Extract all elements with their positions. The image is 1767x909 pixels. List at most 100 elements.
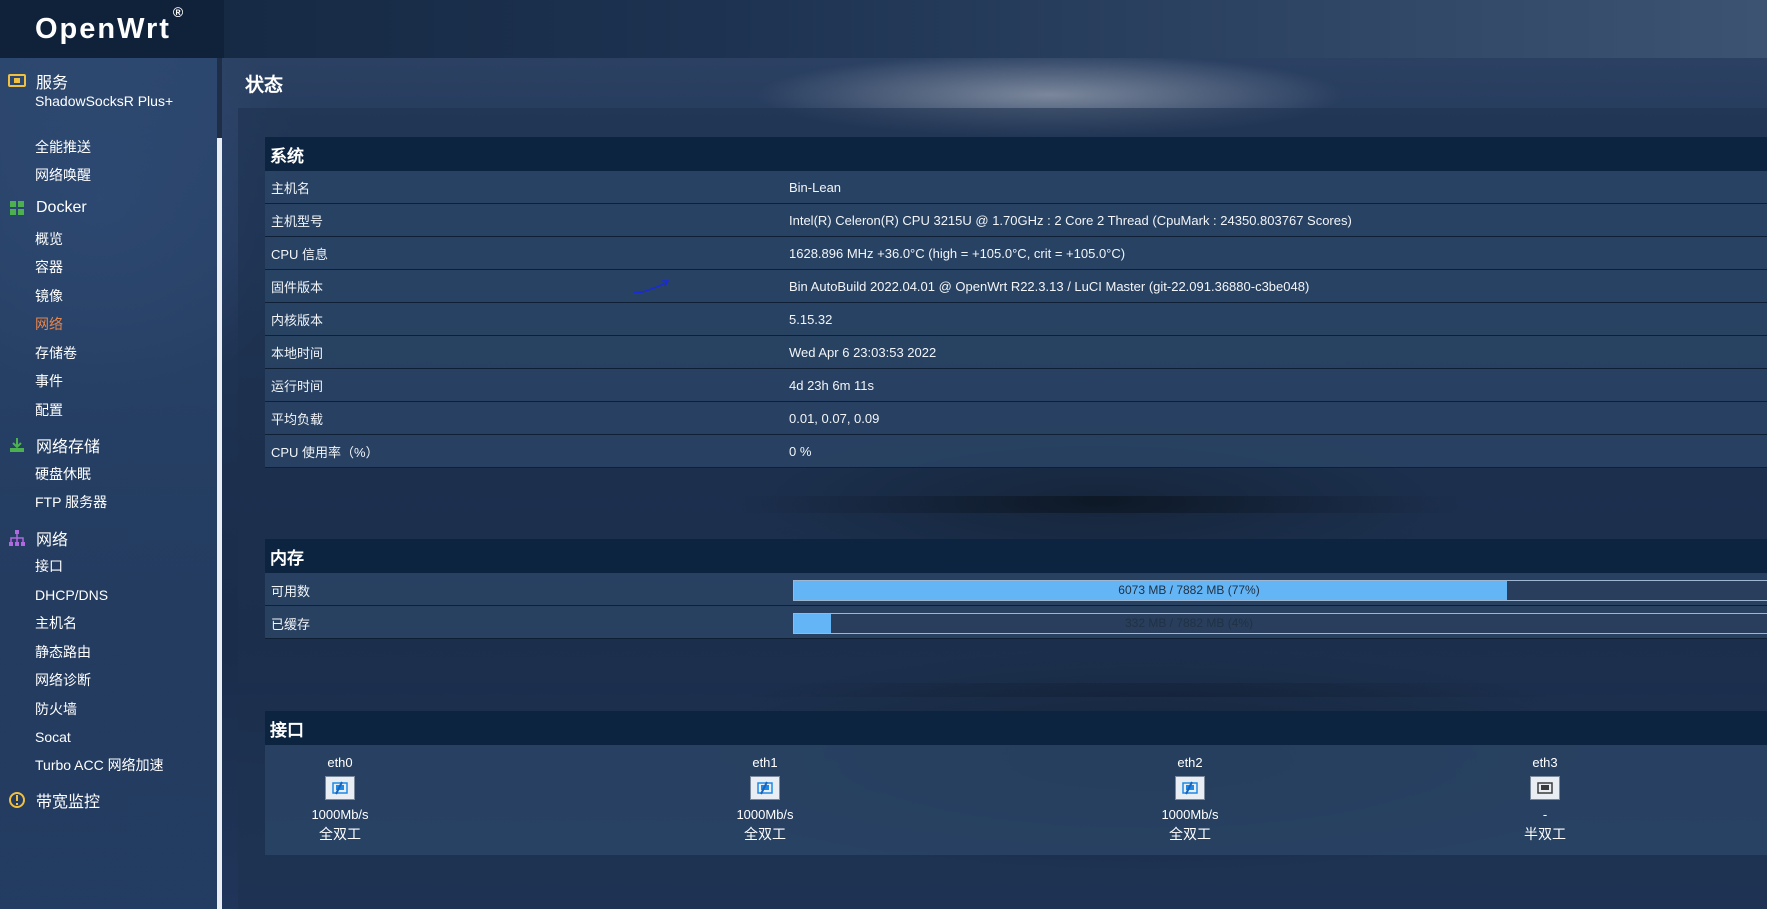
sidebar-category-services[interactable]: 服务 [8,69,68,93]
sidebar-item-shadowsocksr[interactable]: ShadowSocksR Plus+ [35,92,173,111]
interface-name: eth2 [1177,755,1203,770]
ethernet-port-disconnected-icon [1530,776,1560,800]
interface-eth2[interactable]: eth2 1000Mb/s 全双工 [1120,745,1260,844]
system-info-row: 本地时间 Wed Apr 6 23:03:53 2022 [265,335,1767,369]
system-info-value: Wed Apr 6 23:03:53 2022 [783,335,1767,369]
top-bar [0,0,1767,58]
sidebar-item-ftp[interactable]: FTP 服务器 [35,493,107,512]
sidebar-item-diagnostics[interactable]: 网络诊断 [35,671,91,690]
docker-icon [8,199,26,217]
brand-logo[interactable]: OpenWrt® [0,0,224,58]
interface-name: eth0 [327,755,353,770]
brand-name: OpenWrt® [35,3,186,45]
interface-speed: 1000Mb/s [1161,807,1219,822]
ethernet-port-connected-icon [1175,776,1205,800]
sidebar-item-config[interactable]: 配置 [35,401,63,420]
interface-eth0[interactable]: eth0 1000Mb/s 全双工 [270,745,410,844]
system-info-row: 内核版本 5.15.32 [265,302,1767,336]
sidebar-item-overview[interactable]: 概览 [35,230,63,249]
system-card: 系统 主机名 Bin-Lean 主机型号 Intel(R) Celeron(R) CP… [265,137,1767,468]
memory-available-row: 可用数 6073 MB / 7882 MB (77%) [265,573,1767,606]
sidebar-item-hostnames[interactable]: 主机名 [35,614,77,633]
sidebar-scrollbar[interactable] [217,58,222,909]
system-info-key: CPU 信息 [265,236,783,270]
interface-duplex: 全双工 [744,826,786,842]
sidebar-item-static-routes[interactable]: 静态路由 [35,643,91,662]
sidebar-item-socat[interactable]: Socat [35,728,71,747]
scrollbar-thumb[interactable] [217,138,222,909]
system-info-row: 主机名 Bin-Lean [265,171,1767,204]
interface-speed: - [1542,807,1548,822]
services-icon [8,72,26,90]
memory-available-bar: 6073 MB / 7882 MB (77%) [793,580,1767,601]
ethernet-port-connected-icon [750,776,780,800]
sidebar-category-label: 带宽监控 [36,794,101,811]
system-info-key: 主机型号 [265,203,783,237]
memory-available-text: 6073 MB / 7882 MB (77%) [1118,583,1260,597]
sidebar-category-label: Docker [36,199,87,216]
system-info-row: 主机型号 Intel(R) Celeron(R) CPU 3215U @ 1.70… [265,203,1767,237]
memory-cached-bar: 332 MB / 7882 MB (4%) [793,613,1767,634]
sidebar-item-images[interactable]: 镜像 [35,287,63,306]
memory-cached-text: 332 MB / 7882 MB (4%) [1124,616,1254,630]
interfaces-card: 接口 eth0 1000Mb/s 全双工 eth1 1000Mb/s 全双工 eth2 100… [265,711,1767,855]
sidebar-item-disk-sleep[interactable]: 硬盘休眠 [35,465,91,484]
memory-available-label: 可用数 [271,584,311,599]
system-info-value: 0 % [783,434,1767,468]
sidebar-item-turbo-acc[interactable]: Turbo ACC 网络加速 [35,756,164,775]
sidebar-item-docker-network[interactable]: 网络 [35,315,63,334]
sidebar-category-label: 服务 [36,75,69,92]
system-info-value: 1628.896 MHz +36.0°C (high = +105.0°C, c… [783,236,1767,270]
sidebar-item-events[interactable]: 事件 [35,372,63,391]
system-info-value: 4d 23h 6m 11s [783,368,1767,402]
interface-eth1[interactable]: eth1 1000Mb/s 全双工 [695,745,835,844]
storage-icon [8,436,26,454]
system-info-key: 主机名 [265,171,783,204]
system-info-value: 5.15.32 [783,302,1767,336]
sidebar-category-label: 网络存储 [36,439,101,456]
sidebar-category-storage[interactable]: 网络存储 [8,433,100,457]
interface-duplex: 全双工 [319,826,361,842]
system-card-title: 系统 [265,137,1767,171]
interfaces-list: eth0 1000Mb/s 全双工 eth1 1000Mb/s 全双工 eth2 1000Mb… [265,745,1767,855]
memory-cached-label: 已缓存 [271,617,311,632]
sidebar-item-volumes[interactable]: 存储卷 [35,344,77,363]
memory-cached-row: 已缓存 332 MB / 7882 MB (4%) [265,606,1767,639]
system-info-key: CPU 使用率（%） [265,434,783,468]
system-info-key: 平均负载 [265,401,783,435]
pen-doodle [633,280,670,294]
system-info-row: CPU 使用率（%） 0 % [265,434,1767,468]
interface-duplex: 半双工 [1524,826,1566,842]
system-info-value: Bin-Lean [783,171,1767,204]
interface-speed: 1000Mb/s [311,807,369,822]
system-info-value: 0.01, 0.07, 0.09 [783,401,1767,435]
memory-card-title: 内存 [265,539,1767,573]
system-info-row: 平均负载 0.01, 0.07, 0.09 [265,401,1767,435]
interfaces-card-title: 接口 [265,711,1767,745]
sidebar-category-label: 网络 [36,532,69,549]
system-info-key: 固件版本 [265,269,783,303]
ethernet-port-connected-icon [325,776,355,800]
system-info-key: 运行时间 [265,368,783,402]
system-info-table: 主机名 Bin-Lean 主机型号 Intel(R) Celeron(R) CPU 3… [265,171,1767,468]
bandwidth-icon [8,791,26,809]
sidebar-item-push[interactable]: 全能推送 [35,138,91,157]
system-info-row: 运行时间 4d 23h 6m 11s [265,368,1767,402]
sidebar-category-network[interactable]: 网络 [8,526,68,550]
page-title: 状态 [245,75,284,96]
system-info-row: CPU 信息 1628.896 MHz +36.0°C (high = +105.… [265,236,1767,270]
sidebar-item-interfaces[interactable]: 接口 [35,557,63,576]
system-info-row: 固件版本 Bin AutoBuild 2022.04.01 @ OpenWrt R… [265,269,1767,303]
sidebar-item-wol[interactable]: 网络唤醒 [35,166,91,185]
sidebar: 服务 ShadowSocksR Plus+ 全能推送 网络唤醒 Docker 概… [0,58,222,909]
system-info-key: 本地时间 [265,335,783,369]
sidebar-item-dhcp-dns[interactable]: DHCP/DNS [35,586,108,605]
system-info-value: Bin AutoBuild 2022.04.01 @ OpenWrt R22.3… [783,269,1767,303]
interface-eth3[interactable]: eth3 - 半双工 [1475,745,1615,844]
interface-name: eth1 [752,755,778,770]
sidebar-category-docker[interactable]: Docker [8,199,87,217]
sidebar-item-firewall[interactable]: 防火墙 [35,700,77,719]
sidebar-item-containers[interactable]: 容器 [35,258,63,277]
sidebar-category-bandwidth[interactable]: 带宽监控 [8,788,100,812]
memory-card: 内存 可用数 6073 MB / 7882 MB (77%) 已缓存 332 M… [265,539,1767,639]
